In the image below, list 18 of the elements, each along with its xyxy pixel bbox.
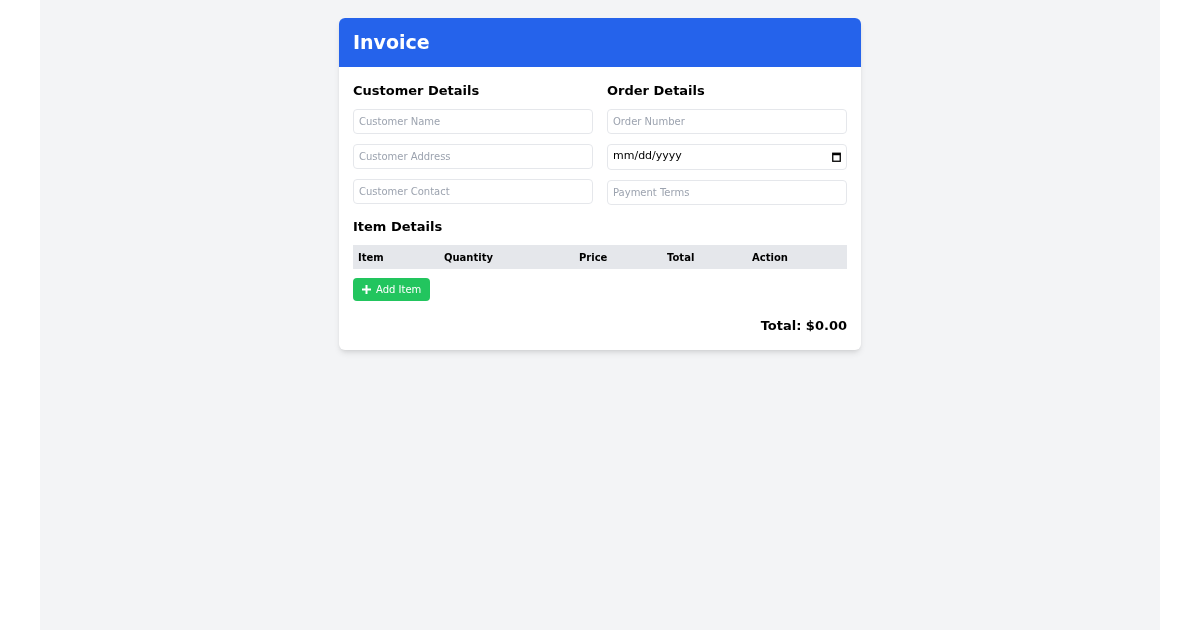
section-heading: Item Details — [353, 217, 444, 236]
column-header: Item — [357, 250, 385, 265]
calendar-icon — [832, 151, 841, 162]
column-header: Total — [666, 250, 696, 265]
section-heading: Customer Details — [353, 82, 481, 100]
column-header: Action — [751, 250, 789, 265]
column-header: Quantity — [443, 250, 494, 265]
input-field[interactable]: Order Number — [607, 108, 847, 134]
plus-icon — [362, 285, 371, 294]
input-field[interactable]: Payment Terms — [607, 179, 847, 205]
column-header: Price — [578, 250, 609, 265]
section-heading: Order Details — [607, 82, 706, 100]
input-field[interactable]: Customer Address — [353, 143, 593, 169]
invoice-title: Invoice — [353, 30, 430, 56]
input-field[interactable]: Customer Name — [353, 108, 593, 134]
invoice-total: Total: $0.00 — [760, 317, 847, 335]
input-field[interactable]: Customer Contact — [353, 178, 593, 204]
date-field[interactable]: mm/dd/yyyy — [607, 143, 847, 170]
